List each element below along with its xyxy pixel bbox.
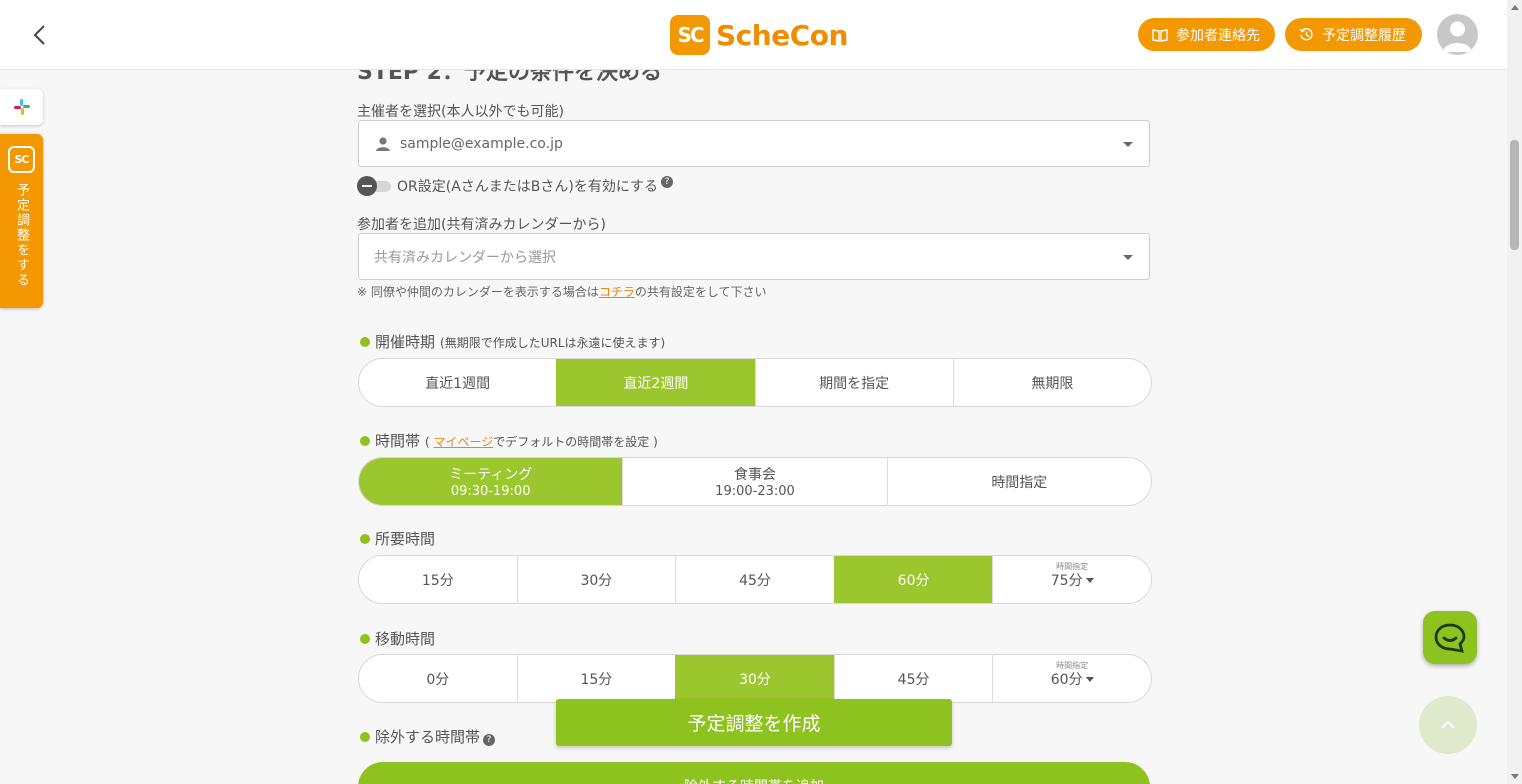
exclude-label: 除外する時間帯	[375, 728, 481, 746]
create-schedule-label: 予定調整を作成	[687, 713, 821, 735]
back-arrow-icon[interactable]	[26, 20, 54, 50]
scroll-down-arrow-icon[interactable]	[1511, 774, 1519, 779]
bullet-dot	[360, 634, 370, 644]
app-header: SC ScheCon 参加者連絡先 予定調整履歴	[0, 0, 1507, 70]
logo-text: ScheCon	[716, 18, 848, 52]
travel-selector: 0分 15分 30分 45分 時間指定 60分	[358, 654, 1152, 703]
duration-custom-select[interactable]: 時間指定 75分	[992, 556, 1151, 603]
custom-time-tag: 時間指定	[1056, 562, 1089, 571]
chevron-down-icon	[1123, 255, 1133, 260]
schedule-history-label: 予定調整履歴	[1322, 27, 1406, 44]
history-icon	[1299, 28, 1313, 41]
period-option[interactable]: 直近1週間	[359, 359, 556, 406]
mypage-link[interactable]: マイページ	[434, 435, 494, 449]
user-avatar[interactable]	[1437, 14, 1478, 55]
period-option[interactable]: 直近2週間	[556, 359, 755, 406]
travel-section-label: 移動時間	[357, 628, 435, 649]
exclude-section-label: 除外する時間帯 ?	[357, 726, 496, 747]
custom-time-tag: 時間指定	[1056, 661, 1089, 670]
period-option[interactable]: 期間を指定	[754, 359, 953, 406]
period-selector: 直近1週間 直近2週間 期間を指定 無期限	[358, 358, 1152, 407]
period-hint: (無期限で作成したURLは永遠に使えます)	[440, 336, 666, 350]
duration-selector: 15分 30分 45分 60分 時間指定 75分	[358, 555, 1152, 604]
travel-custom-select[interactable]: 時間指定 60分	[992, 655, 1151, 702]
or-setting-toggle[interactable]	[357, 176, 392, 196]
add-excluded-time-label: 除外する時間帯を追加	[684, 776, 824, 784]
chevron-down-icon	[1123, 142, 1133, 147]
duration-option[interactable]: 30分	[516, 556, 676, 603]
duration-label: 所要時間	[375, 530, 436, 548]
share-settings-link[interactable]: コチラ	[599, 285, 635, 299]
book-icon	[1152, 28, 1168, 42]
bullet-dot	[360, 732, 370, 742]
timeslot-option[interactable]: ミーティング 09:30-19:00	[359, 458, 623, 505]
participants-placeholder: 共有済みカレンダーから選択	[374, 249, 556, 266]
travel-option[interactable]: 45分	[833, 655, 993, 702]
timeslot-section-label: 時間帯 ( マイページでデフォルトの時間帯を設定 )	[357, 430, 658, 451]
participant-contacts-button[interactable]: 参加者連絡先	[1138, 18, 1275, 51]
help-icon[interactable]: ?	[483, 734, 496, 746]
duration-option[interactable]: 15分	[359, 556, 517, 603]
duration-option[interactable]: 60分	[833, 556, 993, 603]
participants-select[interactable]: 共有済みカレンダーから選択	[358, 233, 1150, 280]
schedule-history-button[interactable]: 予定調整履歴	[1285, 18, 1422, 51]
create-schedule-button[interactable]: 予定調整を作成	[556, 699, 952, 746]
page-scrollbar[interactable]	[1507, 0, 1522, 784]
calendar-share-note: ※ 同僚や仲間のカレンダーを表示する場合はコチラの共有設定をして下さい	[357, 285, 767, 299]
organizer-select[interactable]: sample@example.co.jp	[358, 120, 1150, 167]
dropdown-caret-icon	[1085, 578, 1094, 583]
organizer-label: 主催者を選択(本人以外でも可能)	[357, 104, 564, 120]
logo-mark: SC	[670, 15, 710, 55]
period-option[interactable]: 無期限	[952, 359, 1151, 406]
timeslot-selector: ミーティング 09:30-19:00 食事会 19:00-23:00 時間指定	[358, 457, 1152, 506]
dropdown-caret-icon	[1085, 677, 1094, 682]
travel-option[interactable]: 30分	[675, 655, 834, 702]
slack-icon[interactable]	[0, 89, 43, 125]
timeslot-option[interactable]: 時間指定	[886, 458, 1151, 505]
duration-option[interactable]: 45分	[675, 556, 834, 603]
bullet-dot	[360, 436, 370, 446]
or-setting-label: OR設定(AさんまたはBさん)を有効にする	[397, 179, 658, 195]
timeslot-label: 時間帯	[375, 432, 421, 450]
chat-icon[interactable]	[1423, 611, 1477, 664]
participant-contacts-label: 参加者連絡先	[1176, 27, 1260, 44]
bullet-dot	[360, 534, 370, 544]
timeslot-hint: ( マイページでデフォルトの時間帯を設定 )	[425, 435, 658, 449]
side-logo-icon: SC	[8, 146, 35, 173]
create-schedule-side-tab[interactable]: SC 予定調整をする	[0, 134, 43, 308]
scroll-to-top-icon[interactable]	[1419, 696, 1477, 754]
schecon-logo[interactable]: SC ScheCon	[670, 15, 848, 55]
bullet-dot	[360, 337, 370, 347]
side-tab-label: 予定調整をする	[14, 183, 29, 288]
period-label: 開催時期	[375, 333, 436, 351]
scrollbar-thumb[interactable]	[1510, 140, 1519, 250]
organizer-value: sample@example.co.jp	[400, 135, 563, 152]
add-excluded-time-button[interactable]: 除外する時間帯を追加	[358, 762, 1150, 784]
travel-option[interactable]: 15分	[516, 655, 676, 702]
duration-section-label: 所要時間	[357, 528, 435, 549]
person-icon	[376, 136, 390, 151]
travel-option[interactable]: 0分	[359, 655, 517, 702]
timeslot-option[interactable]: 食事会 19:00-23:00	[622, 458, 886, 505]
scroll-up-arrow-icon[interactable]	[1511, 5, 1519, 10]
period-section-label: 開催時期 (無期限で作成したURLは永遠に使えます)	[357, 331, 665, 352]
help-icon[interactable]: ?	[661, 176, 673, 188]
travel-label: 移動時間	[375, 630, 436, 648]
or-setting-row: OR設定(AさんまたはBさん)を有効にする ?	[357, 176, 673, 196]
participants-label: 参加者を追加(共有済みカレンダーから)	[357, 217, 606, 233]
